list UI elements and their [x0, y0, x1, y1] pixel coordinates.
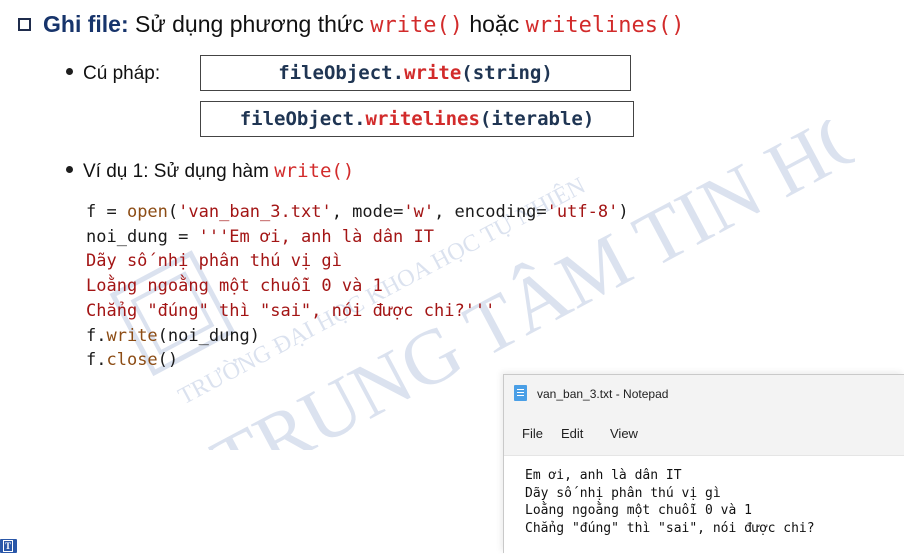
- code-punctuation: (: [167, 202, 179, 222]
- heading-text: Sử dụng phương thức: [135, 11, 364, 37]
- code-block: f = open('van_ban_3.txt', mode='w', enco…: [86, 200, 629, 373]
- corner-logo-letter: T: [3, 540, 13, 552]
- code-line-5: Chẳng "đúng" thì "sai", nói được chi?''': [86, 300, 496, 321]
- notepad-menubar: File Edit View: [504, 413, 904, 455]
- example-label-text: Ví dụ 1: Sử dụng hàm: [83, 161, 269, 182]
- heading-label: Ghi file:: [43, 11, 129, 37]
- section-heading: Ghi file: Sử dụng phương thức write() ho…: [18, 9, 685, 41]
- code-line-6: f.write(noi_dung): [86, 324, 629, 349]
- code-line-4: Loằng ngoằng một chuỗi 0 và 1: [86, 276, 383, 297]
- heading-method-write: write(): [370, 13, 463, 38]
- code-args: (noi_dung): [157, 325, 261, 346]
- syntax-object: fileObject.: [239, 108, 366, 130]
- code-punctuation: ): [618, 202, 629, 222]
- notepad-line: Em ơi, anh là dân IT: [525, 468, 682, 483]
- code-keyword-arg: , mode=: [331, 202, 404, 222]
- code-function: write: [106, 325, 158, 346]
- code-variable: f =: [86, 202, 127, 222]
- syntax-args: (string): [461, 62, 553, 84]
- syntax-label-text: Cú pháp:: [83, 63, 161, 84]
- menu-view[interactable]: View: [610, 425, 638, 443]
- notepad-content: Em ơi, anh là dân IT Dãy số nhị phân thú …: [525, 467, 815, 537]
- menu-file[interactable]: File: [522, 425, 543, 443]
- notepad-line: Chẳng "đúng" thì "sai", nói được chi?: [525, 520, 815, 536]
- code-string: 'utf-8': [546, 202, 619, 222]
- code-string: '''Em ơi, anh là dân IT: [198, 226, 434, 247]
- heading-method-writelines: writelines(): [525, 13, 685, 38]
- example-method: write(): [274, 160, 355, 182]
- code-function: close: [106, 350, 158, 371]
- syntax-object: fileObject.: [278, 62, 405, 84]
- menu-edit[interactable]: Edit: [561, 425, 583, 443]
- code-object: f.: [86, 325, 107, 346]
- syntax-box-writelines: fileObject.writelines(iterable): [200, 101, 634, 137]
- code-keyword-arg: , encoding=: [434, 202, 547, 222]
- notepad-titlebar[interactable]: van_ban_3.txt - Notepad: [504, 375, 904, 413]
- notepad-text-area[interactable]: Em ơi, anh là dân IT Dãy số nhị phân thú …: [504, 455, 904, 554]
- code-function: open: [126, 202, 168, 222]
- code-line-3: Dãy số nhị phân thú vị gì: [86, 251, 342, 272]
- corner-logo: T: [0, 539, 17, 553]
- notepad-line: Loằng ngoằng một chuỗi 0 và 1: [525, 503, 752, 518]
- syntax-args: (iterable): [479, 108, 595, 130]
- code-object: f.: [86, 350, 107, 371]
- bullet-dot-icon: [66, 166, 73, 173]
- notepad-app-icon: [514, 385, 527, 401]
- heading-connector: hoặc: [469, 11, 520, 37]
- syntax-box-write: fileObject.write(string): [200, 55, 631, 91]
- example-bullet: Ví dụ 1: Sử dụng hàm write(): [66, 158, 354, 185]
- code-variable: noi_dung =: [86, 226, 199, 247]
- notepad-line: Dãy số nhị phân thú vị gì: [525, 485, 721, 501]
- code-line-1: f = open('van_ban_3.txt', mode='w', enco…: [86, 200, 629, 225]
- bullet-dot-icon: [66, 68, 73, 75]
- code-line-2: noi_dung = '''Em ơi, anh là dân IT: [86, 225, 629, 250]
- syntax-method: writelines: [365, 108, 480, 130]
- code-line-7: f.close(): [86, 348, 629, 373]
- notepad-title: van_ban_3.txt - Notepad: [537, 387, 669, 401]
- checkbox-bullet-icon: [18, 18, 31, 31]
- code-args: (): [157, 350, 179, 371]
- syntax-method: write: [404, 62, 462, 84]
- syntax-bullet: Cú pháp:: [66, 61, 160, 87]
- notepad-window: van_ban_3.txt - Notepad File Edit View E…: [503, 374, 904, 554]
- code-string: 'w': [403, 202, 435, 222]
- code-string: 'van_ban_3.txt': [178, 202, 332, 222]
